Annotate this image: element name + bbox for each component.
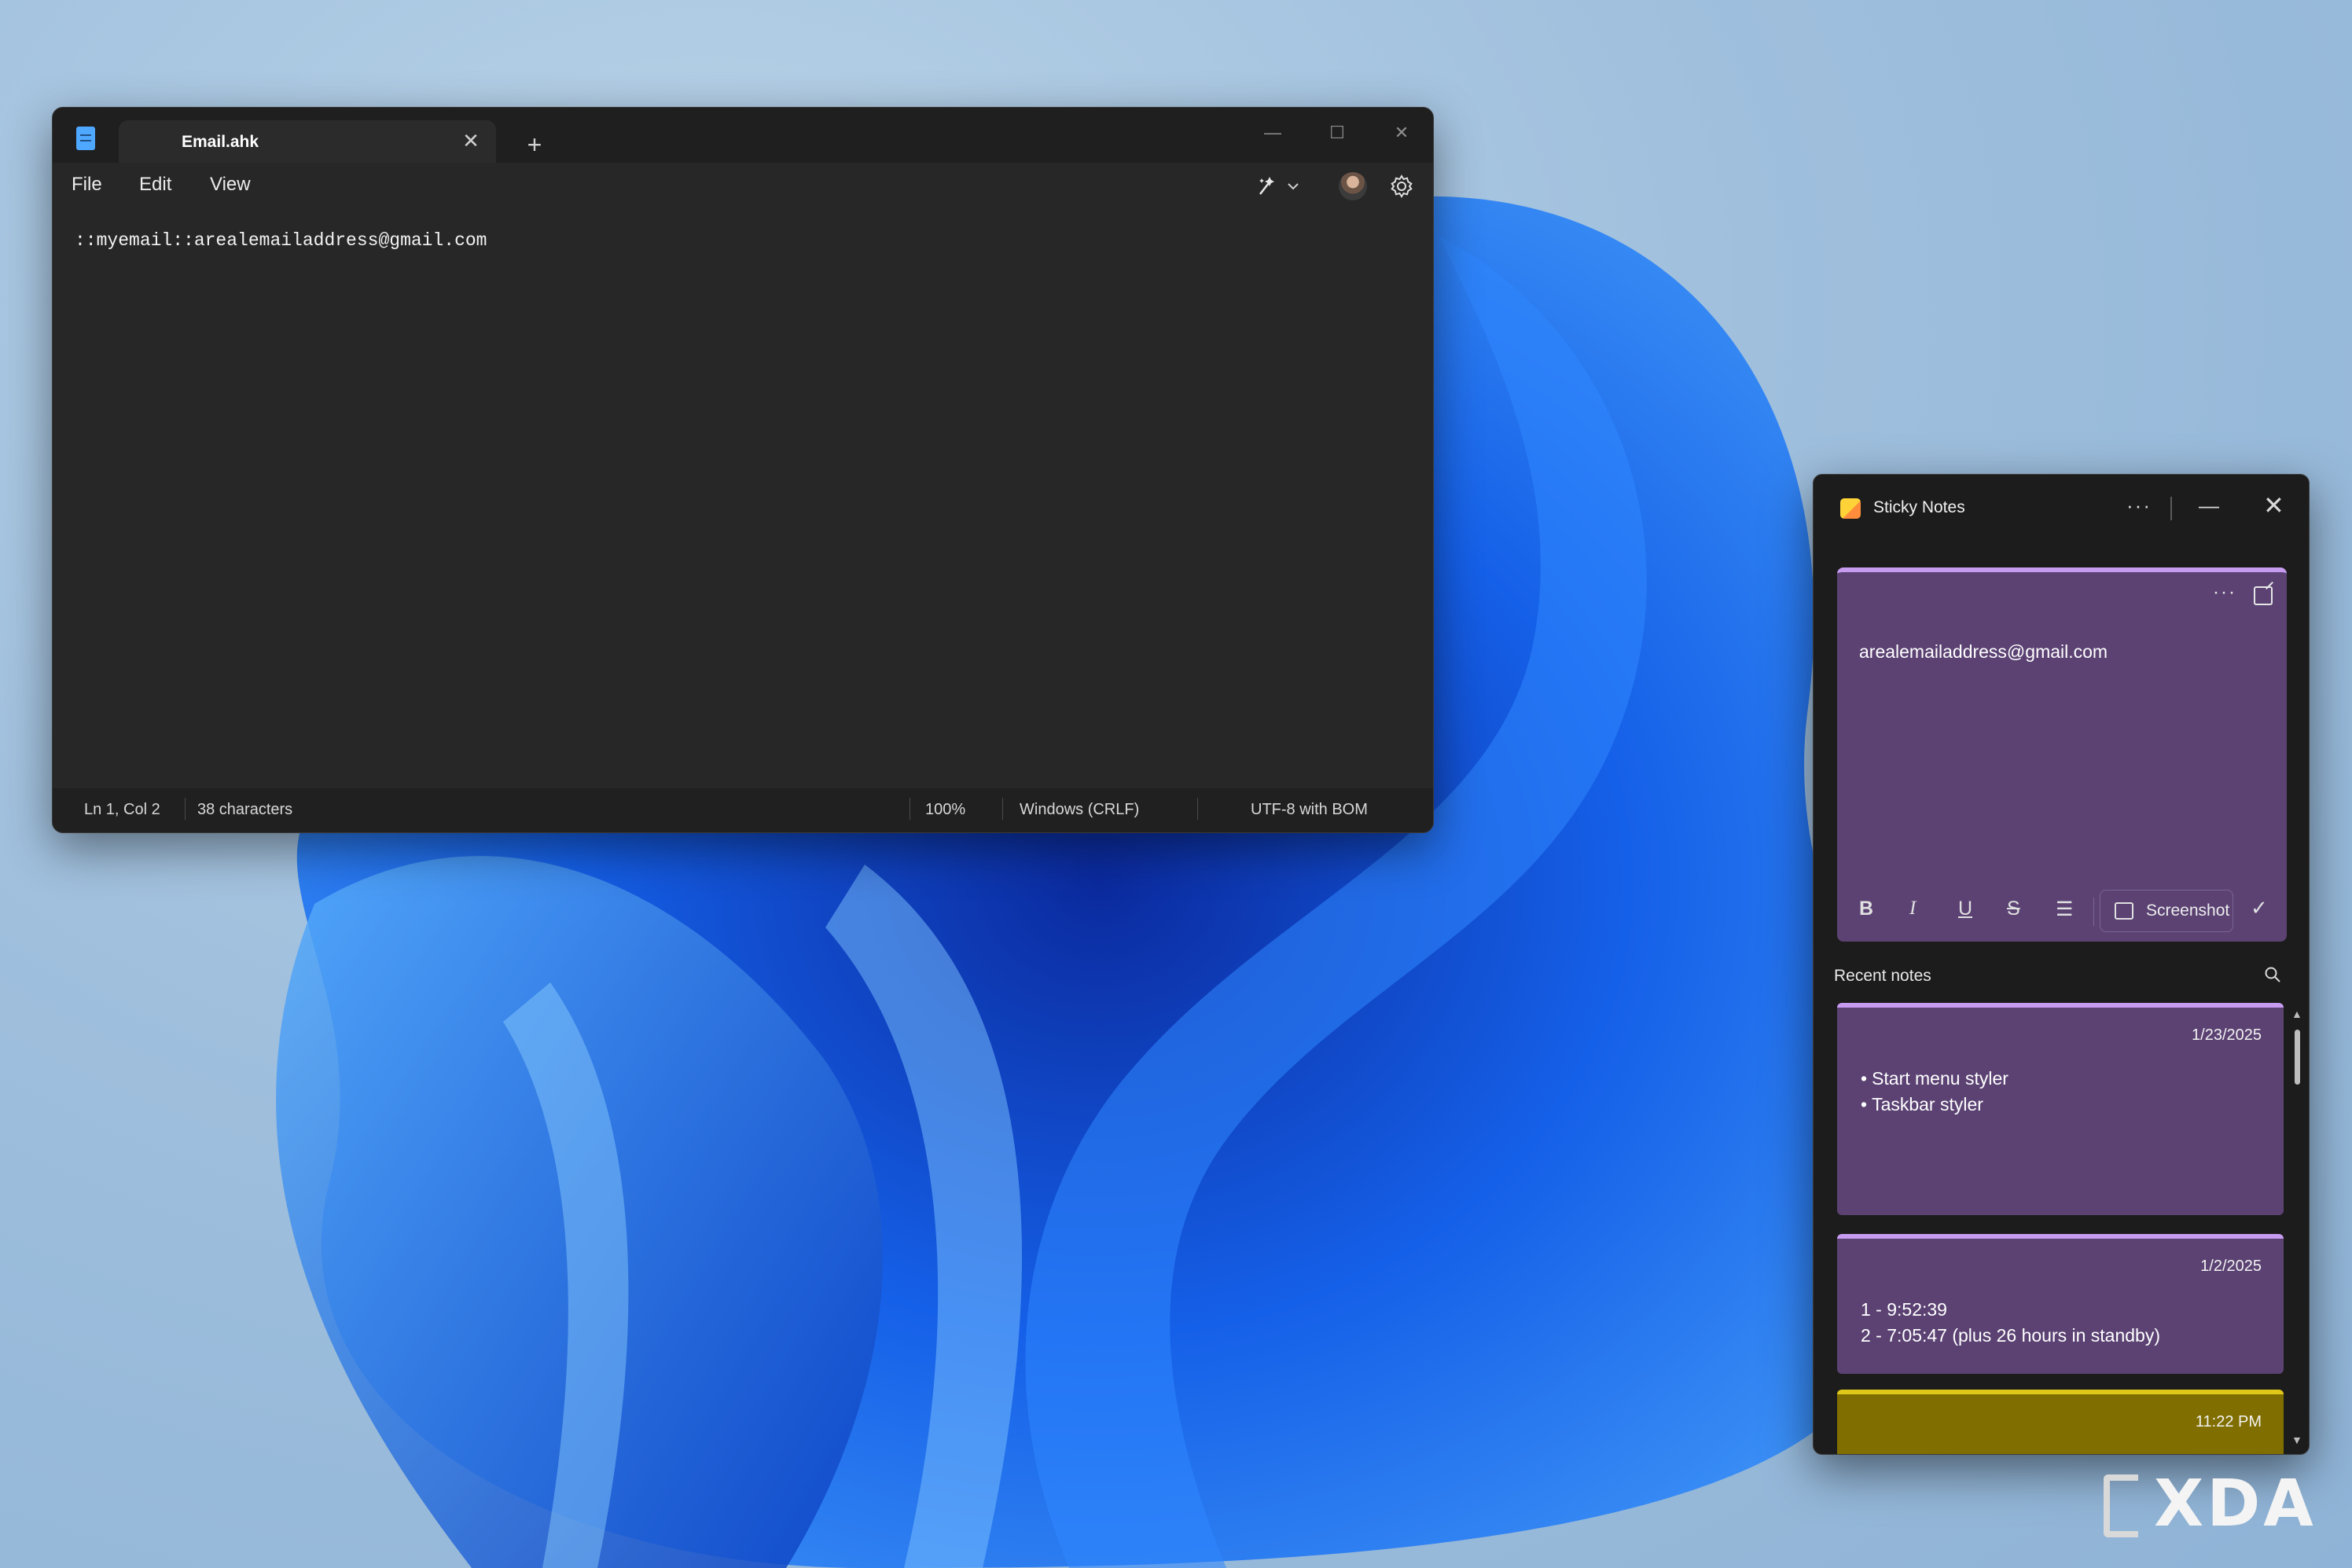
close-tab-icon[interactable]: ✕ (460, 130, 482, 152)
close-button[interactable]: ✕ (2263, 490, 2284, 520)
character-count: 38 characters (197, 801, 293, 818)
scroll-up-icon[interactable]: ▲ (2291, 1008, 2302, 1020)
editor-content: ::myemail::arealemailaddress@gmail.com (75, 230, 487, 251)
note-editor[interactable]: ··· arealemailaddress@gmail.com B I U S … (1837, 567, 2287, 942)
status-divider (1002, 798, 1003, 820)
sticky-notes-icon (1840, 498, 1861, 519)
note-content: Start menu styler Taskbar styler (1861, 1066, 2008, 1118)
screenshot-icon (2115, 902, 2133, 920)
line-ending[interactable]: Windows (CRLF) (1020, 801, 1139, 819)
new-tab-button[interactable]: + (521, 131, 548, 158)
app-title: Sticky Notes (1873, 498, 1965, 516)
italic-button[interactable]: I (1909, 898, 1916, 920)
status-divider (185, 798, 186, 820)
minimize-button[interactable]: — (1257, 120, 1288, 145)
tab-email-ahk[interactable]: Email.ahk ✕ (119, 120, 496, 163)
notepad-titlebar[interactable]: Email.ahk ✕ + — ☐ ✕ (53, 108, 1433, 163)
more-options-button[interactable]: ··· (2126, 494, 2152, 518)
notepad-window: Email.ahk ✕ + — ☐ ✕ File Edit View ::mye… (52, 107, 1434, 833)
note-card[interactable]: 1/2/2025 1 - 9:52:39 2 - 7:05:47 (plus 2… (1837, 1234, 2284, 1374)
scroll-down-icon[interactable]: ▼ (2291, 1434, 2302, 1446)
sticky-notes-window: Sticky Notes ··· — ✕ ··· arealemailaddre… (1813, 474, 2310, 1455)
scroll-thumb[interactable] (2295, 1030, 2300, 1085)
sticky-titlebar[interactable]: Sticky Notes ··· — ✕ (1814, 475, 2309, 542)
gear-icon[interactable] (1389, 174, 1414, 199)
copilot-rewrite-icon[interactable] (1255, 174, 1303, 199)
note-more-button[interactable]: ··· (2213, 582, 2236, 604)
minimize-button[interactable]: — (2199, 494, 2219, 518)
note-line: Taskbar styler (1861, 1092, 2008, 1118)
user-avatar[interactable] (1339, 172, 1367, 200)
note-line: 1 - 9:52:39 (1861, 1299, 1947, 1320)
cursor-position: Ln 1, Col 2 (84, 801, 160, 818)
search-icon[interactable] (2263, 965, 2282, 984)
zoom-level[interactable]: 100% (925, 801, 965, 819)
note-date: 1/2/2025 (2200, 1258, 2262, 1275)
tab-title: Email.ahk (182, 133, 259, 151)
screenshot-label: Screenshot (2146, 902, 2230, 920)
toolbar-divider (2093, 898, 2094, 926)
bullet-list-button[interactable]: ☰ (2056, 898, 2073, 921)
format-toolbar: B I U S ☰ Screenshot ✓ (1837, 880, 2287, 942)
text-editor[interactable]: ::myemail::arealemailaddress@gmail.com (53, 210, 1433, 790)
done-button[interactable]: ✓ (2251, 896, 2268, 920)
close-window-button[interactable]: ✕ (1386, 120, 1417, 145)
note-content: 1 - 9:52:39 2 - 7:05:47 (plus 26 hours i… (1861, 1297, 2160, 1349)
notepad-icon (76, 127, 95, 150)
note-date: 11:22 PM (2195, 1413, 2262, 1430)
xda-watermark: XDA (2154, 1467, 2317, 1541)
maximize-button[interactable]: ☐ (1321, 120, 1353, 145)
bold-button[interactable]: B (1859, 898, 1873, 920)
underline-button[interactable]: U (1958, 898, 1972, 920)
recent-notes-label: Recent notes (1834, 967, 1931, 985)
scrollbar[interactable]: ▲ ▼ (2290, 1003, 2304, 1454)
menu-file[interactable]: File (72, 174, 102, 196)
status-bar: Ln 1, Col 2 38 characters 100% Windows (… (53, 788, 1433, 832)
titlebar-divider (2170, 497, 2172, 520)
note-card[interactable]: 11:22 PM (1837, 1390, 2284, 1454)
note-line: Start menu styler (1861, 1066, 2008, 1092)
note-text[interactable]: arealemailaddress@gmail.com (1859, 641, 2108, 663)
open-note-icon[interactable] (2254, 586, 2273, 605)
xda-logo-mark (2104, 1474, 2138, 1537)
screenshot-button[interactable]: Screenshot (2100, 890, 2233, 932)
menu-view[interactable]: View (210, 174, 251, 196)
notepad-menubar: File Edit View (53, 163, 1433, 210)
note-line: 2 - 7:05:47 (plus 26 hours in standby) (1861, 1325, 2161, 1346)
status-divider (1197, 798, 1198, 820)
note-date: 1/23/2025 (2192, 1026, 2262, 1044)
note-card[interactable]: 1/23/2025 Start menu styler Taskbar styl… (1837, 1003, 2284, 1215)
encoding[interactable]: UTF-8 with BOM (1251, 801, 1368, 819)
strikethrough-button[interactable]: S (2007, 898, 2020, 920)
menu-edit[interactable]: Edit (139, 174, 171, 196)
